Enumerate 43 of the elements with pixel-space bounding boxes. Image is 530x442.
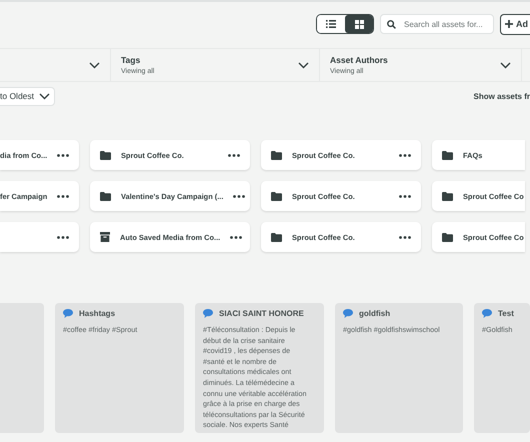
grid-view-button[interactable] (345, 15, 373, 33)
message-title: Hashtags (79, 309, 116, 318)
more-icon[interactable] (399, 194, 411, 198)
list-icon (326, 20, 336, 28)
more-icon[interactable] (399, 154, 411, 156)
search-field[interactable]: Search all assets for... (380, 14, 494, 34)
speech-bubble-icon (343, 309, 353, 318)
message-title: Test (498, 309, 514, 318)
folder-icon (442, 150, 453, 160)
more-icon[interactable] (57, 194, 70, 198)
more-icon[interactable] (228, 154, 240, 156)
folder-icon (100, 150, 111, 160)
show-assets-label: Show assets fr (474, 92, 530, 100)
folder-icon (271, 232, 282, 242)
more-icon[interactable] (233, 194, 246, 198)
plus-icon (505, 20, 513, 28)
chevron-down-icon (500, 62, 511, 68)
speech-bubble-icon (482, 309, 492, 318)
archive-icon (100, 232, 110, 242)
search-icon (387, 20, 396, 28)
chevron-down-icon (298, 62, 309, 68)
more-icon[interactable] (230, 236, 242, 238)
speech-bubble-icon (203, 309, 213, 318)
message-title: goldfish (359, 309, 390, 318)
folder-icon (442, 232, 453, 242)
sort-dropdown[interactable]: to Oldest (0, 86, 56, 106)
chevron-down-icon (89, 62, 100, 68)
add-button[interactable]: Ad (500, 14, 530, 34)
folder-icon (100, 192, 111, 200)
grid-icon (354, 20, 364, 28)
more-icon[interactable] (57, 154, 70, 156)
filter-title: Asset Authors (330, 55, 388, 65)
message-card[interactable] (195, 303, 324, 433)
more-icon[interactable] (57, 236, 69, 238)
folder-icon (271, 192, 282, 200)
search-input[interactable]: Search all assets for... (404, 20, 484, 28)
message-title: SIACI SAINT HONORE (219, 309, 304, 318)
more-icon[interactable] (399, 236, 411, 238)
folder-icon (271, 150, 282, 160)
filter-title: Tags (121, 55, 142, 65)
chevron-down-icon (39, 92, 50, 100)
speech-bubble-icon (63, 309, 73, 318)
folder-icon (442, 192, 453, 200)
